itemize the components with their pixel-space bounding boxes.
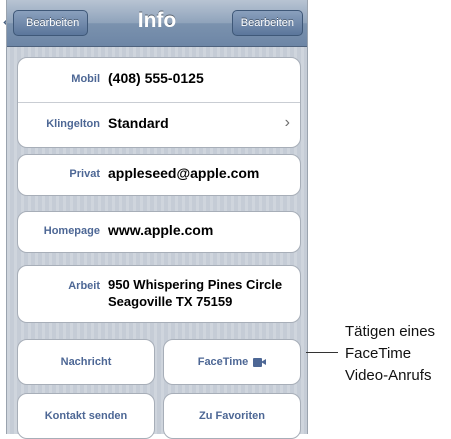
navigation-bar: Bearbeiten Info Bearbeiten — [7, 0, 307, 47]
ringtone-row[interactable]: Klingelton Standard › — [18, 102, 300, 147]
video-camera-icon — [253, 357, 267, 367]
chevron-right-icon: › — [284, 114, 290, 131]
address-line-2: Seagoville TX 75159 — [108, 294, 233, 309]
homepage-group: Homepage www.apple.com — [17, 211, 301, 253]
email-value: appleseed@apple.com — [108, 165, 260, 181]
facetime-button[interactable]: FaceTime — [163, 339, 301, 385]
ringtone-label: Klingelton — [46, 118, 100, 130]
callout-line — [306, 352, 338, 353]
message-button-label: Nachricht — [60, 356, 112, 368]
email-row[interactable]: Privat appleseed@apple.com — [18, 155, 300, 195]
mobile-row[interactable]: Mobil (408) 555-0125 — [18, 58, 300, 102]
phone-group: Mobil (408) 555-0125 Klingelton Standard… — [17, 57, 301, 148]
facetime-button-label: FaceTime — [197, 356, 249, 368]
homepage-label: Homepage — [43, 225, 100, 237]
callout-line-1: Tätigen eines — [345, 323, 436, 340]
add-favorite-button[interactable]: Zu Favoriten — [163, 393, 301, 439]
address-row[interactable]: Arbeit 950 Whispering Pines Circle Seago… — [18, 266, 300, 322]
mobile-label: Mobil — [71, 73, 100, 85]
add-favorite-button-label: Zu Favoriten — [198, 410, 265, 422]
callout-text: Tätigen eines FaceTime Video-Anrufs — [345, 321, 435, 387]
email-label: Privat — [69, 168, 100, 180]
homepage-row[interactable]: Homepage www.apple.com — [18, 212, 300, 252]
send-contact-button-label: Kontakt senden — [44, 410, 128, 422]
callout-line-2: FaceTime — [345, 345, 412, 362]
phone-screen: Bearbeiten Info Bearbeiten Mobil (408) 5… — [6, 0, 308, 439]
mobile-value: (408) 555-0125 — [108, 70, 204, 86]
address-line-1: 950 Whispering Pines Circle — [108, 277, 283, 292]
email-group: Privat appleseed@apple.com — [17, 154, 301, 196]
ringtone-value: Standard — [108, 115, 169, 131]
address-group: Arbeit 950 Whispering Pines Circle Seago… — [17, 265, 301, 323]
homepage-value: www.apple.com — [108, 222, 214, 238]
callout-line-3: Video-Anrufs — [345, 367, 432, 384]
message-button[interactable]: Nachricht — [17, 339, 155, 385]
edit-button[interactable]: Bearbeiten — [231, 10, 303, 36]
address-label: Arbeit — [68, 280, 100, 292]
send-contact-button[interactable]: Kontakt senden — [17, 393, 155, 439]
